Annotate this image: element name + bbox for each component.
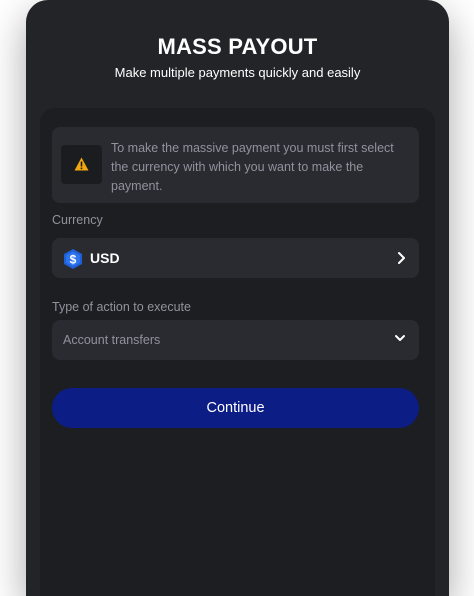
page-title: MASS PAYOUT [157,34,318,59]
svg-text:$: $ [70,253,77,267]
currency-selector[interactable]: $ USD [52,238,419,278]
info-alert: To make the massive payment you must fir… [52,127,419,203]
mass-payout-panel: MASS PAYOUT Make multiple payments quick… [26,0,449,596]
chevron-down-icon [395,335,405,341]
continue-button[interactable]: Continue [52,388,419,428]
currency-value: USD [90,250,120,266]
payout-form-card: To make the massive payment you must fir… [40,108,435,596]
action-type-select[interactable]: Account transfers [52,320,419,360]
alert-icon-container [61,145,102,184]
alert-message: To make the massive payment you must fir… [111,141,394,193]
chevron-right-icon [398,252,405,264]
action-type-value: Account transfers [63,333,161,347]
action-type-label: Type of action to execute [52,300,191,314]
page-subtitle: Make multiple payments quickly and easil… [114,65,361,80]
warning-icon [74,157,89,171]
currency-label: Currency [52,213,103,227]
dollar-coin-icon: $ [64,249,82,269]
